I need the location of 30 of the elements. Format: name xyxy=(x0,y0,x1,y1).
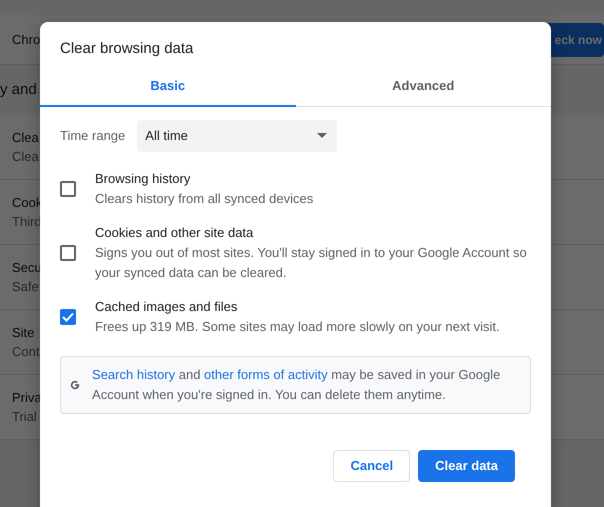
cancel-button[interactable]: Cancel xyxy=(333,450,410,482)
info-text: Search history and other forms of activity may be saved in your Google Account when you're signed in. You can delete them anytime. xyxy=(92,366,502,404)
option-label: Cookies and other site data xyxy=(95,224,254,242)
option-label: Cached images and files xyxy=(95,298,238,316)
section-title: y and xyxy=(0,80,37,100)
tab[interactable]: Advanced xyxy=(296,66,551,106)
link[interactable]: other forms of activity xyxy=(204,366,328,382)
row-title: Site xyxy=(12,324,34,342)
checkbox[interactable] xyxy=(60,244,76,260)
time-range-label: Time range xyxy=(60,126,126,145)
option-description: Signs you out of most sites. You'll stay signed in to your Google Account so your synced data can be cleared. xyxy=(95,244,528,282)
row-subtitle: Clea xyxy=(12,148,39,166)
row-subtitle: Safe xyxy=(12,278,39,296)
option-description: Clears history from all synced devices xyxy=(95,190,314,208)
row-title: Clea xyxy=(12,128,39,146)
header-text: Chro xyxy=(12,30,40,49)
dialog-title: Clear browsing data xyxy=(59,39,194,59)
link[interactable]: Search history xyxy=(92,366,176,382)
row-title: Priva xyxy=(12,388,42,406)
row-title: Secu xyxy=(12,258,42,276)
caret-icon xyxy=(317,133,328,138)
checkbox[interactable] xyxy=(60,308,76,324)
tab[interactable]: Basic xyxy=(40,66,296,106)
time-range-dropdown[interactable]: All time xyxy=(137,120,338,152)
option-label: Browsing history xyxy=(95,170,192,188)
option-description: Frees up 319 MB. Some sites may load more slowly on your next visit. xyxy=(95,318,500,336)
clear-data-button[interactable]: Clear data xyxy=(418,450,515,482)
checkbox[interactable] xyxy=(60,180,76,196)
row-subtitle: Cont xyxy=(12,343,40,361)
row-subtitle: Trial xyxy=(12,408,37,426)
